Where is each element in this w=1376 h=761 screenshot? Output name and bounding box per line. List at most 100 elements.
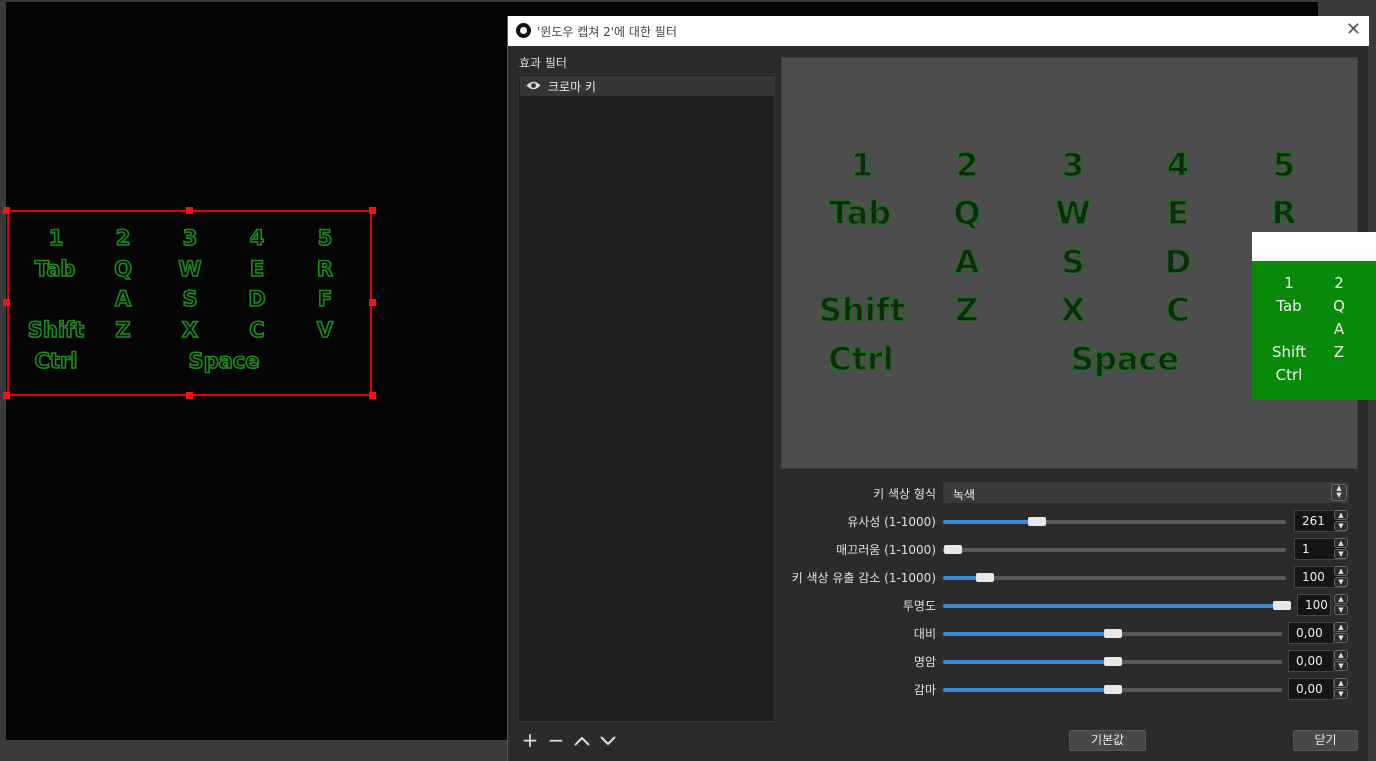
- move-down-button[interactable]: [598, 730, 618, 750]
- slider-thumb[interactable]: [1028, 517, 1046, 526]
- arrow-up-icon[interactable]: ▲: [1334, 650, 1348, 660]
- key-label: 2: [1334, 274, 1344, 292]
- spill-reduction-label: 키 색상 유출 감소 (1-1000): [791, 571, 936, 585]
- key-color-type-select[interactable]: 녹색 ▲ ▼: [943, 482, 1349, 503]
- arrow-up-icon[interactable]: ▲: [1334, 538, 1348, 548]
- opacity-slider[interactable]: [943, 601, 1291, 610]
- arrow-down-icon[interactable]: ▼: [1334, 633, 1348, 643]
- key-label: A: [1333, 320, 1345, 338]
- remove-filter-button[interactable]: −: [546, 730, 566, 750]
- green-screen-window: 1 2 Tab Q A Shift Z Ctrl: [1252, 232, 1376, 400]
- resize-handle[interactable]: [186, 392, 193, 399]
- chevron-down-icon: [600, 736, 616, 746]
- similarity-row: 유사성 (1-1000) 261 ▲ ▼: [781, 510, 1358, 532]
- key-label: Space: [1070, 339, 1180, 378]
- resize-handle[interactable]: [369, 207, 376, 214]
- opacity-spinner[interactable]: ▲ ▼: [1334, 594, 1348, 616]
- move-up-button[interactable]: [572, 730, 592, 750]
- key-label: Q: [1333, 297, 1345, 315]
- key-label: S: [1061, 242, 1085, 281]
- gamma-row: 감마 0,00 ▲ ▼: [781, 678, 1358, 700]
- eye-icon[interactable]: [526, 80, 541, 91]
- smoothness-label: 매끄러움 (1-1000): [836, 543, 936, 557]
- dialog-title: '윈도우 캡쳐 2'에 대한 필터: [537, 25, 677, 39]
- slider-fill: [943, 688, 1113, 692]
- arrow-down-icon[interactable]: ▼: [1334, 689, 1348, 699]
- arrow-up-icon[interactable]: ▲: [1334, 594, 1348, 604]
- arrow-up-icon[interactable]: ▲: [1334, 510, 1348, 520]
- arrow-down-icon[interactable]: ▼: [1334, 661, 1348, 671]
- arrow-up-icon[interactable]: ▲: [1334, 566, 1348, 576]
- key-label: 4: [1166, 145, 1190, 184]
- key-label: D: [1164, 242, 1192, 281]
- key-label: Ctrl: [1275, 366, 1303, 384]
- spill-reduction-spinner[interactable]: ▲ ▼: [1334, 566, 1348, 588]
- key-label: Shift: [1271, 343, 1307, 361]
- defaults-button[interactable]: 기본값: [1069, 730, 1146, 751]
- close-button[interactable]: 닫기: [1293, 730, 1358, 751]
- similarity-spinner[interactable]: ▲ ▼: [1334, 510, 1348, 532]
- key-color-type-value: 녹색: [953, 488, 976, 502]
- opacity-input[interactable]: 100: [1297, 594, 1331, 616]
- effect-filters-label: 효과 필터: [519, 56, 567, 70]
- obs-logo-icon: [516, 23, 531, 38]
- resize-handle[interactable]: [3, 207, 10, 214]
- arrow-up-icon[interactable]: ▲: [1334, 622, 1348, 632]
- key-color-type-label: 키 색상 형식: [873, 487, 936, 501]
- spill-reduction-row: 키 색상 유출 감소 (1-1000) 100 ▲ ▼: [781, 566, 1358, 588]
- slider-thumb[interactable]: [976, 573, 994, 582]
- arrow-down-icon[interactable]: ▼: [1334, 521, 1348, 531]
- add-filter-button[interactable]: +: [520, 730, 540, 750]
- slider-thumb[interactable]: [1273, 601, 1291, 610]
- green-keyboard: 1 2 Tab Q A Shift Z Ctrl: [1252, 232, 1376, 400]
- slider-fill: [943, 520, 1035, 524]
- similarity-slider[interactable]: [943, 517, 1286, 526]
- key-label: Q: [953, 193, 982, 232]
- resize-handle[interactable]: [186, 207, 193, 214]
- brightness-spinner[interactable]: ▲ ▼: [1334, 650, 1348, 672]
- gamma-input[interactable]: 0,00: [1288, 678, 1334, 700]
- contrast-slider[interactable]: [943, 629, 1282, 638]
- key-label: E: [1166, 193, 1189, 232]
- contrast-row: 대비 0,00 ▲ ▼: [781, 622, 1358, 644]
- slider-thumb[interactable]: [944, 545, 962, 554]
- resize-handle[interactable]: [369, 392, 376, 399]
- filters-dialog: '윈도우 캡쳐 2'에 대한 필터 ✕ 효과 필터 크로마 키 + − 1 2 …: [507, 16, 1369, 761]
- arrow-down-icon[interactable]: ▼: [1334, 605, 1348, 615]
- contrast-input[interactable]: 0,00: [1288, 622, 1334, 644]
- brightness-slider[interactable]: [943, 657, 1282, 666]
- key-label: C: [1166, 290, 1191, 329]
- slider-thumb[interactable]: [1104, 629, 1122, 638]
- gamma-spinner[interactable]: ▲ ▼: [1334, 678, 1348, 700]
- key-label: Z: [1333, 343, 1345, 361]
- resize-handle[interactable]: [3, 299, 10, 306]
- opacity-label: 투명도: [902, 599, 936, 613]
- filter-item-label: 크로마 키: [548, 80, 596, 94]
- contrast-spinner[interactable]: ▲ ▼: [1334, 622, 1348, 644]
- spill-reduction-slider[interactable]: [943, 573, 1286, 582]
- contrast-label: 대비: [913, 627, 936, 641]
- slider-thumb[interactable]: [1104, 685, 1122, 694]
- key-label: Ctrl: [828, 339, 895, 378]
- close-icon[interactable]: ✕: [1346, 19, 1361, 40]
- slider-thumb[interactable]: [1104, 657, 1122, 666]
- smoothness-spinner[interactable]: ▲ ▼: [1334, 538, 1348, 560]
- brightness-row: 명암 0,00 ▲ ▼: [781, 650, 1358, 672]
- filter-item-chroma-key[interactable]: 크로마 키: [520, 76, 774, 96]
- smoothness-slider[interactable]: [943, 545, 1286, 554]
- key-label: Shift: [818, 290, 906, 329]
- arrow-down-icon[interactable]: ▼: [1334, 549, 1348, 559]
- resize-handle[interactable]: [369, 299, 376, 306]
- source-selection-box[interactable]: [7, 210, 372, 396]
- brightness-input[interactable]: 0,00: [1288, 650, 1334, 672]
- resize-handle[interactable]: [3, 392, 10, 399]
- key-label: 2: [955, 145, 979, 184]
- updown-arrows-icon: ▲ ▼: [1331, 484, 1347, 501]
- dialog-titlebar[interactable]: '윈도우 캡쳐 2'에 대한 필터 ✕: [508, 16, 1369, 46]
- arrow-up-icon[interactable]: ▲: [1334, 678, 1348, 688]
- arrow-down-icon[interactable]: ▼: [1334, 577, 1348, 587]
- gamma-slider[interactable]: [943, 685, 1282, 694]
- key-label: 5: [1272, 145, 1296, 184]
- filter-list[interactable]: 크로마 키: [518, 74, 775, 722]
- similarity-label: 유사성 (1-1000): [847, 515, 936, 529]
